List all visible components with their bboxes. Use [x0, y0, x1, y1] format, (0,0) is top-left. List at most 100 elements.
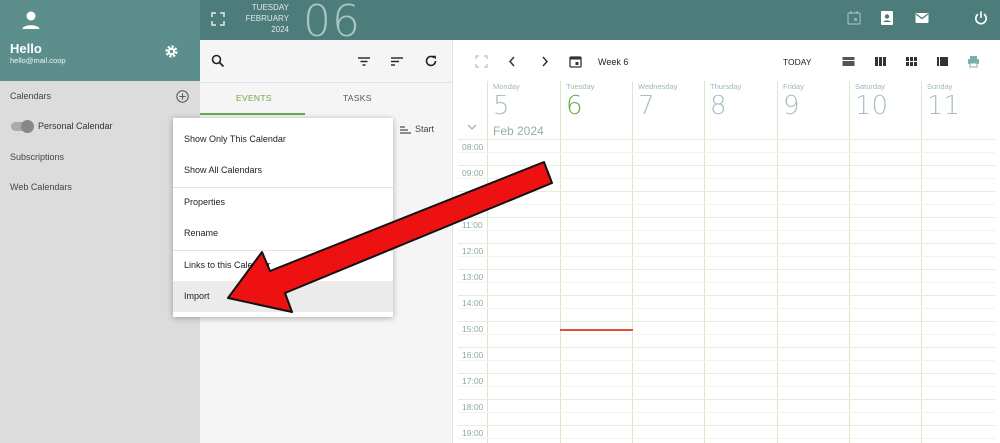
- tab-events[interactable]: EVENTS: [236, 93, 272, 103]
- hour-label: 19:00: [462, 428, 484, 438]
- list-view-icon[interactable]: [936, 55, 949, 68]
- half-hour-gridline: [458, 282, 995, 283]
- user-panel: Hello hello@mail.coop: [0, 0, 200, 81]
- chevron-left-icon[interactable]: [506, 55, 519, 68]
- menu-item-show-only-this-calendar[interactable]: Show Only This Calendar: [173, 124, 393, 155]
- day-number: 5: [493, 91, 510, 121]
- hour-label: 09:00: [462, 168, 484, 178]
- contacts-icon[interactable]: [879, 10, 895, 26]
- active-tab-indicator: [200, 113, 305, 115]
- menu-item-links-to-this-calendar[interactable]: Links to this Calendar: [173, 250, 393, 281]
- hour-label: 14:00: [462, 298, 484, 308]
- day-column-divider: [487, 139, 488, 443]
- half-hour-gridline: [458, 360, 995, 361]
- day-name: Monday: [493, 82, 520, 91]
- half-hour-gridline: [458, 230, 995, 231]
- hour-label: 18:00: [462, 402, 484, 412]
- workweek-view-icon[interactable]: [874, 55, 887, 68]
- print-icon[interactable]: [967, 55, 980, 68]
- sort-icon[interactable]: [390, 54, 404, 68]
- user-avatar-icon[interactable]: [20, 9, 42, 31]
- power-icon[interactable]: [973, 10, 989, 26]
- current-date: TUESDAY FEBRUARY 2024: [244, 2, 289, 35]
- calendar-icon[interactable]: [846, 10, 862, 26]
- day-number: 6: [566, 91, 583, 121]
- month-label: Feb 2024: [493, 124, 544, 138]
- day-header[interactable]: Sunday 11: [921, 81, 993, 139]
- day-name: Friday: [783, 82, 804, 91]
- hour-gridline: [458, 269, 995, 270]
- search-icon[interactable]: [211, 54, 225, 68]
- user-greeting: Hello: [10, 41, 42, 56]
- month-view-icon[interactable]: [905, 55, 918, 68]
- menu-item-rename[interactable]: Rename: [173, 218, 393, 249]
- hour-gridline: [458, 191, 995, 192]
- hour-label: 10:00: [462, 194, 484, 204]
- user-email: hello@mail.coop: [10, 56, 66, 65]
- hour-gridline: [458, 243, 995, 244]
- day-column-divider: [704, 139, 705, 443]
- hour-label: 16:00: [462, 350, 484, 360]
- fullscreen-icon[interactable]: [211, 12, 225, 26]
- sort-by-start-button[interactable]: Start: [400, 124, 434, 135]
- hour-gridline: [458, 295, 995, 296]
- chevron-right-icon[interactable]: [538, 55, 551, 68]
- half-hour-gridline: [458, 178, 995, 179]
- sort-lines-icon: [400, 126, 411, 134]
- day-column-divider: [849, 139, 850, 443]
- day-column-divider: [560, 139, 561, 443]
- sidebar-subscriptions-label[interactable]: Subscriptions: [10, 152, 64, 162]
- half-hour-gridline: [458, 412, 995, 413]
- day-number: 9: [783, 91, 800, 121]
- day-number: 11: [927, 91, 961, 121]
- current-year: 2024: [271, 25, 289, 34]
- refresh-icon[interactable]: [424, 54, 438, 68]
- sidebar-web-calendars-label[interactable]: Web Calendars: [10, 182, 72, 192]
- half-hour-gridline: [458, 204, 995, 205]
- day-header[interactable]: Wednesday 7: [632, 81, 704, 139]
- time-grid[interactable]: 08:00 09:00 10:00 11:00 12:00 13:00 14:00 15:00…: [453, 139, 1000, 443]
- day-name: Thursday: [710, 82, 742, 91]
- day-column-divider: [632, 139, 633, 443]
- hour-gridline: [458, 425, 995, 426]
- hour-gridline: [458, 373, 995, 374]
- date-picker-icon[interactable]: [569, 55, 582, 68]
- gear-icon[interactable]: [164, 44, 179, 59]
- hour-label: 13:00: [462, 272, 484, 282]
- menu-item-show-all-calendars[interactable]: Show All Calendars: [173, 155, 393, 186]
- current-month: FEBRUARY: [245, 14, 289, 23]
- chevron-down-icon[interactable]: [467, 123, 477, 131]
- sort-label: Start: [415, 124, 435, 134]
- personal-calendar-toggle[interactable]: [11, 120, 34, 133]
- sidebar-calendars-label: Calendars: [10, 91, 52, 101]
- day-header[interactable]: Friday 9: [777, 81, 849, 139]
- hour-label: 15:00: [462, 324, 484, 334]
- day-header[interactable]: Saturday 10: [849, 81, 921, 139]
- toggle-knob: [21, 120, 34, 133]
- hour-gridline: [458, 139, 995, 140]
- sidebar-item-personal-calendar[interactable]: Personal Calendar: [38, 121, 113, 131]
- day-column-divider: [777, 139, 778, 443]
- day-number: 10: [855, 91, 889, 121]
- day-header[interactable]: Tuesday 6: [560, 81, 632, 139]
- week-calendar: Week 6 TODAY Monday 5 Tuesday 6 Wednesday 7 Th…: [453, 43, 1000, 443]
- hour-label: 08:00: [462, 142, 484, 152]
- hour-gridline: [458, 321, 995, 322]
- day-number: 8: [710, 91, 727, 121]
- menu-item-import[interactable]: Import: [173, 281, 393, 312]
- collapse-icon[interactable]: [475, 55, 488, 68]
- mail-icon[interactable]: [914, 10, 930, 26]
- day-view-icon[interactable]: [842, 55, 855, 68]
- day-name: Wednesday: [638, 82, 678, 91]
- menu-item-properties[interactable]: Properties: [173, 187, 393, 218]
- add-calendar-icon[interactable]: [176, 90, 189, 103]
- today-button[interactable]: TODAY: [783, 57, 812, 67]
- day-header[interactable]: Thursday 8: [704, 81, 776, 139]
- hour-label: 11:00: [462, 220, 483, 230]
- half-hour-gridline: [458, 256, 995, 257]
- day-name: Saturday: [855, 82, 886, 91]
- half-hour-gridline: [458, 386, 995, 387]
- filter-icon[interactable]: [357, 54, 371, 68]
- hour-gridline: [458, 217, 995, 218]
- tab-tasks[interactable]: TASKS: [343, 93, 372, 103]
